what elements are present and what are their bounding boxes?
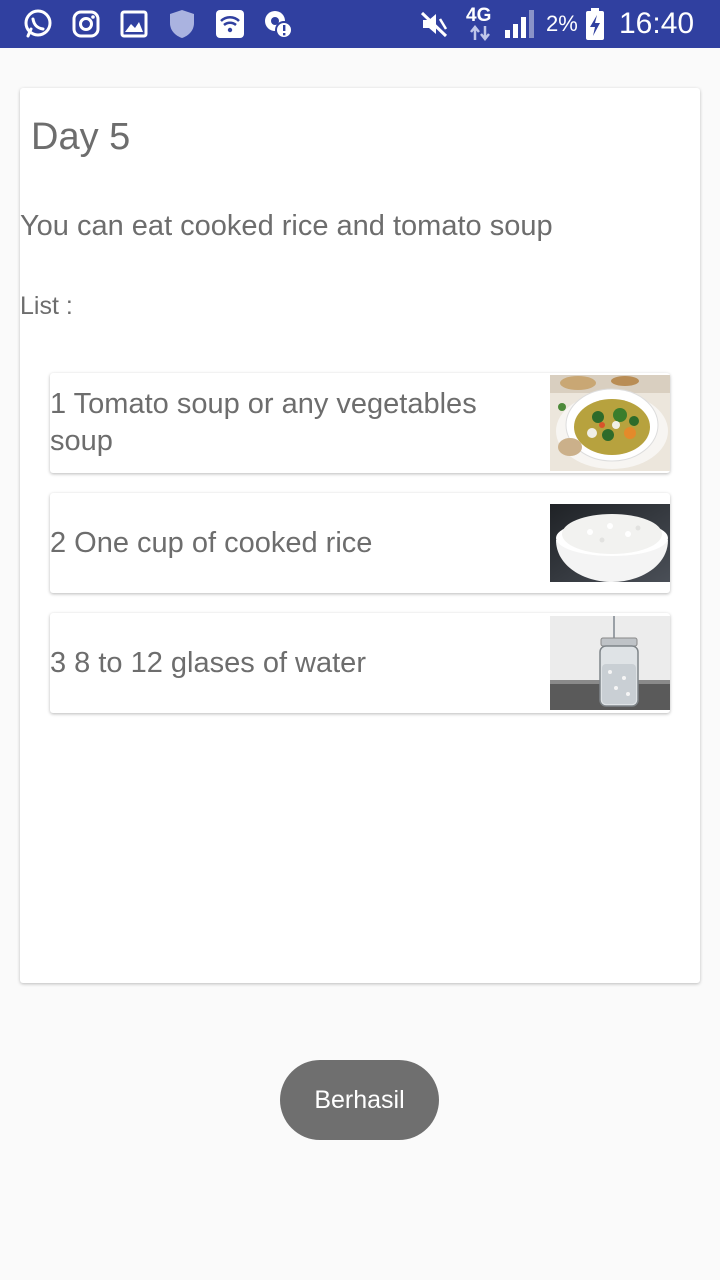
- shield-icon: [166, 8, 198, 40]
- wifi-icon: [214, 8, 246, 40]
- whatsapp-icon: [22, 8, 54, 40]
- list-label: List :: [20, 292, 73, 320]
- list-item-soup[interactable]: 1 Tomato soup or any vegetables soup: [50, 373, 670, 473]
- status-bar: 4G 2% 16:40: [0, 0, 720, 48]
- toast-message: Berhasil: [280, 1060, 439, 1140]
- gallery-icon: [118, 8, 150, 40]
- location-alert-icon: [262, 8, 294, 40]
- page-title: Day 5: [31, 116, 131, 158]
- battery-percent: 2%: [546, 11, 578, 36]
- water-jar-image: [550, 616, 670, 710]
- list-item-water[interactable]: 3 8 to 12 glases of water: [50, 613, 670, 713]
- instagram-icon: [70, 8, 102, 40]
- day-description: You can eat cooked rice and tomato soup: [20, 210, 553, 242]
- data-arrows-icon: [468, 24, 492, 42]
- list-item-label: 2 One cup of cooked rice: [50, 526, 373, 559]
- battery-charging-icon: [583, 8, 607, 40]
- clock: 16:40: [619, 7, 695, 40]
- vegetable-soup-image: [550, 375, 670, 471]
- list-item-label: 1 Tomato soup or any vegetables soup: [50, 388, 477, 457]
- list-item-rice[interactable]: 2 One cup of cooked rice: [50, 493, 670, 593]
- list-item-label: 3 8 to 12 glases of water: [50, 646, 366, 679]
- muted-icon: [418, 8, 450, 40]
- rice-bowl-image: [550, 504, 670, 582]
- toast-text: Berhasil: [314, 1085, 405, 1114]
- day-card: Day 5 You can eat cooked rice and tomato…: [20, 88, 700, 983]
- signal-icon: [502, 8, 538, 40]
